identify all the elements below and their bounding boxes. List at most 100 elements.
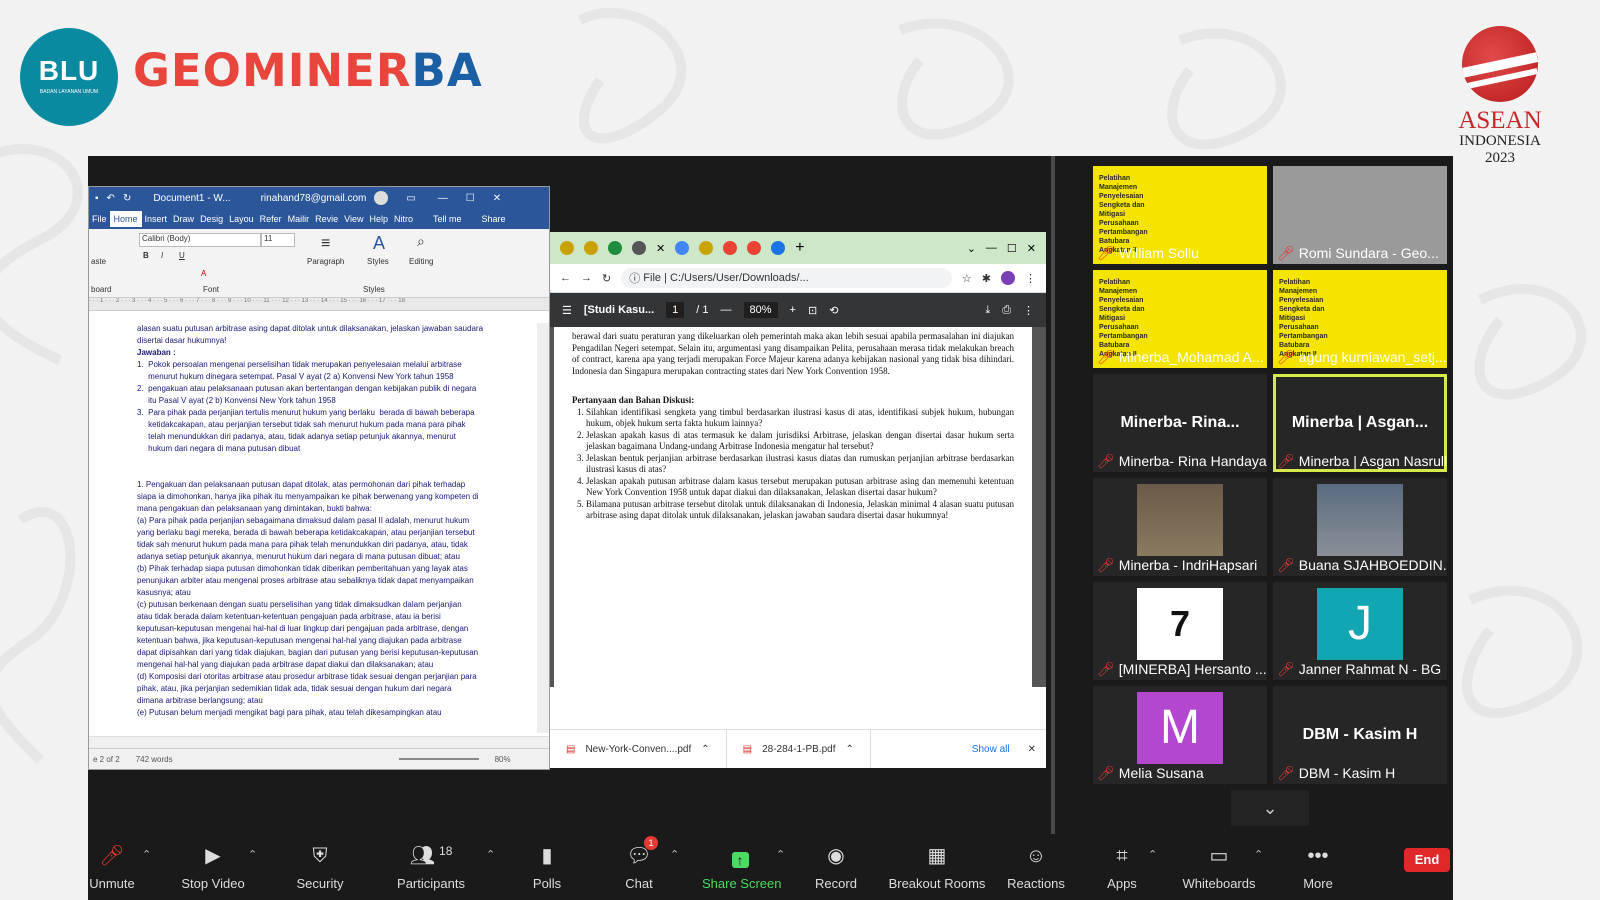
chevron-up-icon[interactable]: ⌃ [845,744,853,755]
bold-button[interactable]: B [143,251,149,260]
download-item[interactable]: ▤ 28-284-1-PB.pdf ⌃ [727,730,871,768]
undo-icon[interactable]: ↶ [107,193,115,204]
word-document-body[interactable]: alasan suatu putusan arbitrase asing dap… [89,323,537,733]
close-tab-icon[interactable]: ✕ [656,242,665,255]
maximize-icon[interactable]: ☐ [1007,242,1017,255]
new-tab-icon[interactable]: + [795,239,804,257]
more-button[interactable]: ••• More [1300,834,1336,900]
participant-tile[interactable]: Minerba | Asgan... 🎤︎ Minerba | Asgan Nasr… [1273,374,1447,472]
tab-review[interactable]: Revie [312,214,341,224]
tab-view[interactable]: View [341,214,366,224]
participant-tile[interactable]: 🎤︎ Romi Sundara - Geo... [1273,166,1447,264]
reactions-button[interactable]: ☺ Reactions [1006,834,1066,900]
video-options-caret[interactable]: ⌃ [248,848,257,861]
chevron-down-icon[interactable]: ⌄ [1231,790,1309,826]
tab-home[interactable]: Home [109,211,142,227]
paste-button[interactable]: aste [91,257,106,266]
show-all-button[interactable]: Show all [972,744,1010,755]
pdf-viewer[interactable]: berawal dari suatu peraturan yang dikelu… [550,327,1046,687]
menu-kebab-icon[interactable]: ⋮ [1025,272,1036,285]
tab-favicon-icon[interactable] [608,241,622,255]
share-button[interactable]: Share [479,214,509,224]
fit-page-icon[interactable]: ⊡ [808,304,817,317]
chat-options-caret[interactable]: ⌃ [670,848,679,861]
security-button[interactable]: ⛨ Security [292,834,348,900]
whiteboard-options-caret[interactable]: ⌃ [1254,848,1263,861]
minimize-icon[interactable]: — [438,193,448,204]
tab-favicon-icon[interactable] [771,241,786,255]
tab-references[interactable]: Refer [257,214,285,224]
save-icon[interactable]: ▪ [95,193,99,204]
font-size-select[interactable]: 11 [261,233,295,247]
font-color-icon[interactable]: A [201,269,206,278]
zoom-slider[interactable] [398,758,479,760]
reload-icon[interactable]: ↻ [602,272,611,285]
styles-group-button[interactable]: Styles [367,257,389,266]
share-screen-button[interactable]: ↑ Share Screen [702,834,782,900]
participant-tile[interactable]: 🎤︎ Minerba - IndriHapsari [1093,478,1267,576]
underline-button[interactable]: U [179,251,185,260]
tab-nitro[interactable]: Nitro [391,214,416,224]
chevron-down-icon[interactable]: ⌄ [967,242,976,255]
apps-options-caret[interactable]: ⌃ [1148,848,1157,861]
breakout-rooms-button[interactable]: ▦ Breakout Rooms [888,834,986,900]
participants-options-caret[interactable]: ⌃ [486,848,495,861]
tab-mailings[interactable]: Mailir [285,214,313,224]
back-icon[interactable]: ← [560,272,571,284]
participant-tile[interactable]: Pelatihan Manajemen Penyelesaian Sengket… [1273,270,1447,368]
vertical-scrollbar[interactable] [537,323,549,733]
tab-favicon-icon[interactable] [584,241,598,255]
tab-favicon-icon[interactable] [560,241,574,255]
profile-avatar-icon[interactable] [1001,271,1015,285]
close-downloads-icon[interactable]: ✕ [1028,744,1036,755]
google-tab-icon[interactable] [747,241,762,255]
rotate-icon[interactable]: ⟲ [829,304,838,317]
extensions-icon[interactable]: ✱ [982,272,991,285]
participant-tile[interactable]: M 🎤︎ Melia Susana [1093,686,1267,784]
tab-design[interactable]: Desig [197,214,226,224]
maximize-icon[interactable]: ☐ [466,193,475,204]
hamburger-menu-icon[interactable]: ☰ [562,304,572,317]
bookmark-star-icon[interactable]: ☆ [962,272,972,285]
participant-tile[interactable]: 🎤︎ Buana SJAHBOEDDIN... [1273,478,1447,576]
redo-icon[interactable]: ↻ [123,193,131,204]
tab-insert[interactable]: Insert [142,214,171,224]
participant-tile[interactable]: Pelatihan Manajemen Penyelesaian Sengket… [1093,166,1267,264]
address-bar[interactable]: ⓘ File | C:/Users/User/Downloads/... [621,268,952,288]
zoom-out-icon[interactable]: — [721,304,732,316]
pdf-zoom-level[interactable]: 80% [743,302,778,318]
pdf-more-icon[interactable]: ⋮ [1023,304,1034,317]
zoom-in-icon[interactable]: + [790,304,796,316]
paragraph-icon[interactable]: ≡ [321,235,330,253]
unmute-button[interactable]: 🎤︎ Unmute [88,834,136,900]
panel-divider[interactable] [1051,156,1055,834]
tab-help[interactable]: Help [367,214,392,224]
tab-favicon-icon[interactable] [675,241,690,255]
audio-options-caret[interactable]: ⌃ [142,848,151,861]
paragraph-group-button[interactable]: Paragraph [307,257,344,266]
minimize-icon[interactable]: — [986,242,997,254]
share-options-caret[interactable]: ⌃ [776,848,785,861]
print-icon[interactable]: ⎙ [1002,304,1011,317]
horizontal-ruler[interactable]: · · · 1 · · · 2 · · · 3 · · · 4 · · · 5 … [89,298,549,311]
google-tab-icon[interactable] [723,241,738,255]
styles-icon[interactable]: A [373,233,385,254]
italic-button[interactable]: I [161,251,163,260]
chevron-up-icon[interactable]: ⌃ [701,744,709,755]
tab-favicon-icon[interactable] [699,241,714,255]
tab-favicon-icon[interactable] [632,241,646,255]
download-item[interactable]: ▤ New-York-Conven....pdf ⌃ [550,730,727,768]
pdf-page-input[interactable]: 1 [666,302,685,318]
participant-tile[interactable]: J 🎤︎ Janner Rahmat N - BG [1273,582,1447,680]
user-avatar-icon[interactable] [374,191,389,205]
whiteboards-button[interactable]: ▭ Whiteboards [1180,834,1258,900]
participant-tile[interactable]: Pelatihan Manajemen Penyelesaian Sengket… [1093,270,1267,368]
editing-group-button[interactable]: Editing [409,257,433,266]
close-icon[interactable]: ✕ [493,193,501,204]
tell-me-search[interactable]: Tell me [430,214,465,224]
participant-tile[interactable]: 7 🎤︎ [MINERBA] Hersanto ... [1093,582,1267,680]
tab-file[interactable]: File [89,214,110,224]
participant-tile[interactable]: DBM - Kasim H 🎤︎ DBM - Kasim H [1273,686,1447,784]
chat-button[interactable]: 💬︎ Chat 1 [622,834,658,900]
editing-icon[interactable]: ⌕ [417,233,425,250]
